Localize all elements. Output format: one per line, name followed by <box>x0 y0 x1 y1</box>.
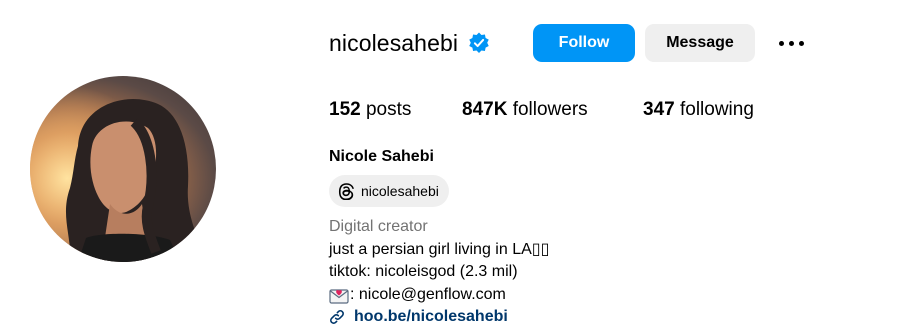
followers-label: followers <box>512 99 588 120</box>
dot <box>778 40 784 46</box>
full-name: Nicole Sahebi <box>329 148 434 165</box>
dot <box>798 40 804 46</box>
profile-photo <box>30 76 216 262</box>
bio-line-2: tiktok: nicoleisgod (2.3 mil) <box>329 263 518 280</box>
profile-link[interactable]: hoo.be/nicolesahebi <box>329 307 508 327</box>
posts-stat: 152 posts <box>329 98 411 122</box>
bio-line-3: : nicole@genflow.com <box>329 285 506 305</box>
email-text: : nicole@genflow.com <box>350 286 506 303</box>
more-options-icon[interactable] <box>775 28 807 58</box>
threads-badge[interactable]: nicolesahebi <box>329 175 449 207</box>
profile-page: nicolesahebi Follow Message 152 posts 84… <box>0 0 901 334</box>
following-label: following <box>679 99 754 120</box>
posts-label: posts <box>365 99 412 120</box>
followers-link[interactable]: 847K followers <box>462 98 588 122</box>
following-count: 347 <box>643 99 675 120</box>
threads-icon <box>337 182 355 200</box>
link-text: hoo.be/nicolesahebi <box>354 308 508 325</box>
following-link[interactable]: 347 following <box>643 98 754 122</box>
threads-handle: nicolesahebi <box>361 183 439 199</box>
posts-count: 152 <box>329 99 361 120</box>
message-button[interactable]: Message <box>645 24 755 62</box>
verified-badge-icon <box>468 32 490 54</box>
followers-count: 847K <box>462 99 508 120</box>
username: nicolesahebi <box>329 30 459 56</box>
link-icon <box>329 309 345 325</box>
profile-avatar[interactable] <box>30 76 216 262</box>
bio-line-1: just a persian girl living in LA▯▯ <box>329 241 550 258</box>
profile-header: nicolesahebi Follow Message <box>329 22 804 64</box>
dot <box>788 40 794 46</box>
love-letter-icon <box>329 286 349 304</box>
category-label: Digital creator <box>329 218 428 235</box>
follow-button[interactable]: Follow <box>533 24 635 62</box>
